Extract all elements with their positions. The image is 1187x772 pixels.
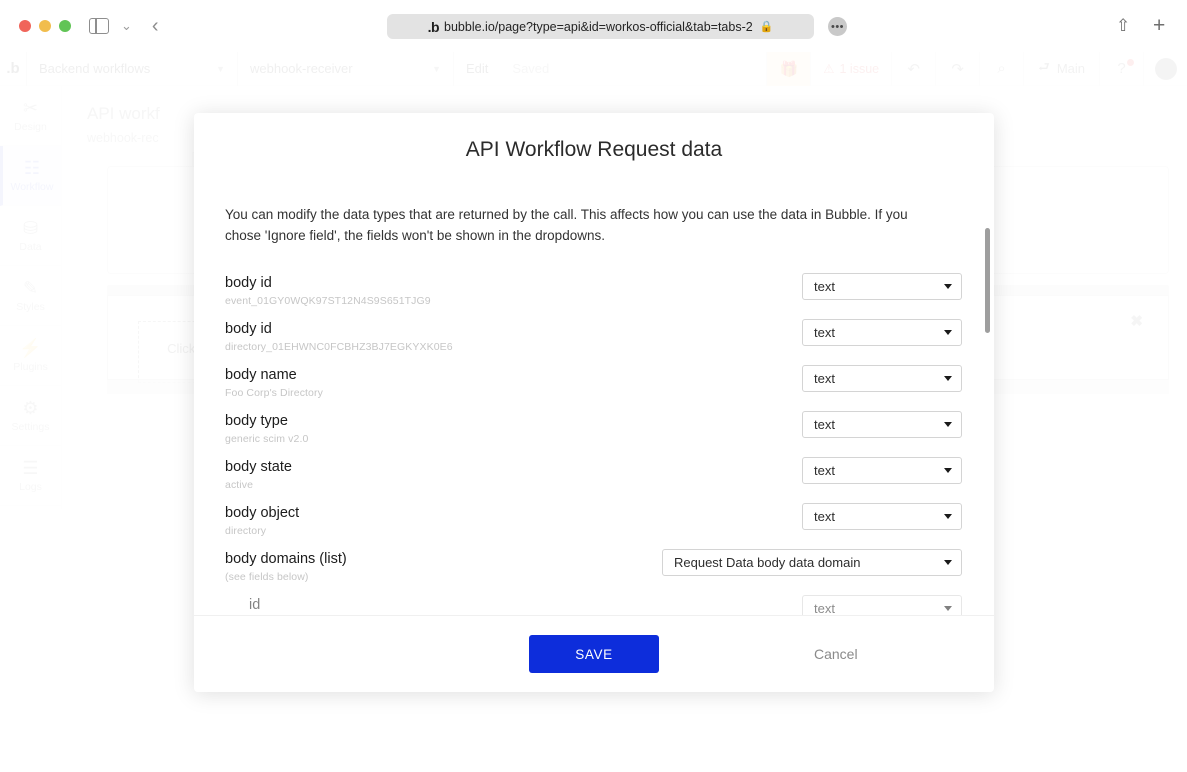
field-name: body id	[225, 275, 272, 291]
field-name: id	[249, 597, 261, 613]
field-type-select[interactable]: text	[802, 595, 962, 615]
field-label-group: body id event_01GY0WQK97ST12N4S9S651TJG9	[225, 273, 431, 307]
field-type-label: text	[814, 279, 835, 294]
field-row: body id directory_01EHWNC0FCBHZ3BJ7EGKYX…	[225, 319, 962, 365]
window-traffic-lights[interactable]	[19, 20, 71, 32]
bubble-favicon-icon: .b	[427, 18, 440, 35]
field-label-group: body type generic scim v2.0	[225, 411, 308, 445]
field-type-select[interactable]: text	[802, 273, 962, 300]
field-name: body object	[225, 505, 300, 521]
field-type-select[interactable]: text	[802, 503, 962, 530]
field-label-group: body domains (list) (see fields below)	[225, 549, 347, 583]
field-type-label: text	[814, 417, 835, 432]
field-label-group: body state active	[225, 457, 292, 491]
api-workflow-request-data-dialog: API Workflow Request data You can modify…	[194, 113, 994, 692]
sidebar-toggle-button[interactable]	[89, 18, 109, 34]
field-label-group: body name Foo Corp's Directory	[225, 365, 323, 399]
cancel-button[interactable]: Cancel	[814, 646, 858, 662]
chevron-down-icon[interactable]: ⌄	[121, 18, 132, 34]
maximize-window-button[interactable]	[59, 20, 71, 32]
field-name: body type	[225, 413, 288, 429]
chevron-down-icon	[944, 376, 952, 381]
field-type-select[interactable]: text	[802, 411, 962, 438]
field-label-group: body object directory	[225, 503, 299, 537]
field-type-label: text	[814, 325, 835, 340]
field-row: body object directory text	[225, 503, 962, 549]
field-type-label: text	[814, 509, 835, 524]
dialog-description: You can modify the data types that are r…	[225, 207, 908, 243]
field-sample-value: generic scim v2.0	[225, 433, 309, 445]
field-sample-value: Foo Corp's Directory	[225, 387, 323, 399]
field-row: body state active text	[225, 457, 962, 503]
field-type-select[interactable]: text	[802, 457, 962, 484]
field-row: body domains (list) (see fields below) R…	[225, 549, 962, 595]
field-sample-value: (see fields below)	[225, 571, 309, 583]
new-tab-icon[interactable]: +	[1153, 14, 1165, 38]
dialog-scrollbar[interactable]	[985, 228, 990, 615]
field-row: id text	[225, 595, 962, 615]
close-window-button[interactable]	[19, 20, 31, 32]
chevron-down-icon	[944, 560, 952, 565]
chevron-down-icon	[944, 514, 952, 519]
chevron-down-icon	[944, 606, 952, 611]
field-row: body type generic scim v2.0 text	[225, 411, 962, 457]
field-type-select[interactable]: text	[802, 319, 962, 346]
dialog-body: You can modify the data types that are r…	[194, 171, 994, 615]
page-menu-icon[interactable]: •••	[828, 17, 847, 36]
field-type-label: text	[814, 463, 835, 478]
field-type-select[interactable]: text	[802, 365, 962, 392]
field-type-select[interactable]: Request Data body data domain	[662, 549, 962, 576]
chevron-down-icon	[944, 468, 952, 473]
field-name: body domains (list)	[225, 551, 347, 567]
field-sample-value: active	[225, 479, 254, 491]
share-icon[interactable]: ⇧	[1116, 16, 1130, 36]
field-type-label: text	[814, 371, 835, 386]
address-bar[interactable]: .b bubble.io/page?type=api&id=workos-off…	[387, 14, 847, 39]
field-sample-value: directory	[225, 525, 267, 537]
chevron-down-icon	[944, 422, 952, 427]
dialog-footer: SAVE Cancel	[194, 615, 994, 692]
lock-icon: 🔒	[759, 21, 774, 33]
field-name: body name	[225, 367, 297, 383]
scrollbar-thumb[interactable]	[985, 228, 990, 333]
sidebar-panel-icon	[89, 18, 109, 34]
browser-chrome: ⌄ ‹ .b bubble.io/page?type=api&id=workos…	[0, 0, 1187, 52]
field-name: body state	[225, 459, 292, 475]
field-type-label: text	[814, 601, 835, 615]
chevron-down-icon	[944, 284, 952, 289]
field-sample-value: directory_01EHWNC0FCBHZ3BJ7EGKYXK0E6	[225, 341, 453, 353]
field-row: body name Foo Corp's Directory text	[225, 365, 962, 411]
field-type-label: Request Data body data domain	[674, 555, 861, 570]
minimize-window-button[interactable]	[39, 20, 51, 32]
field-sample-value: event_01GY0WQK97ST12N4S9S651TJG9	[225, 295, 431, 307]
save-button[interactable]: SAVE	[529, 635, 659, 673]
field-label-group: id	[225, 595, 260, 614]
url-text: bubble.io/page?type=api&id=workos-offici…	[444, 19, 753, 34]
field-name: body id	[225, 321, 272, 337]
field-label-group: body id directory_01EHWNC0FCBHZ3BJ7EGKYX…	[225, 319, 453, 353]
back-navigation-icon[interactable]: ‹	[152, 15, 159, 38]
dialog-title: API Workflow Request data	[465, 138, 723, 161]
field-row: body id event_01GY0WQK97ST12N4S9S651TJG9…	[225, 273, 962, 319]
chevron-down-icon	[944, 330, 952, 335]
